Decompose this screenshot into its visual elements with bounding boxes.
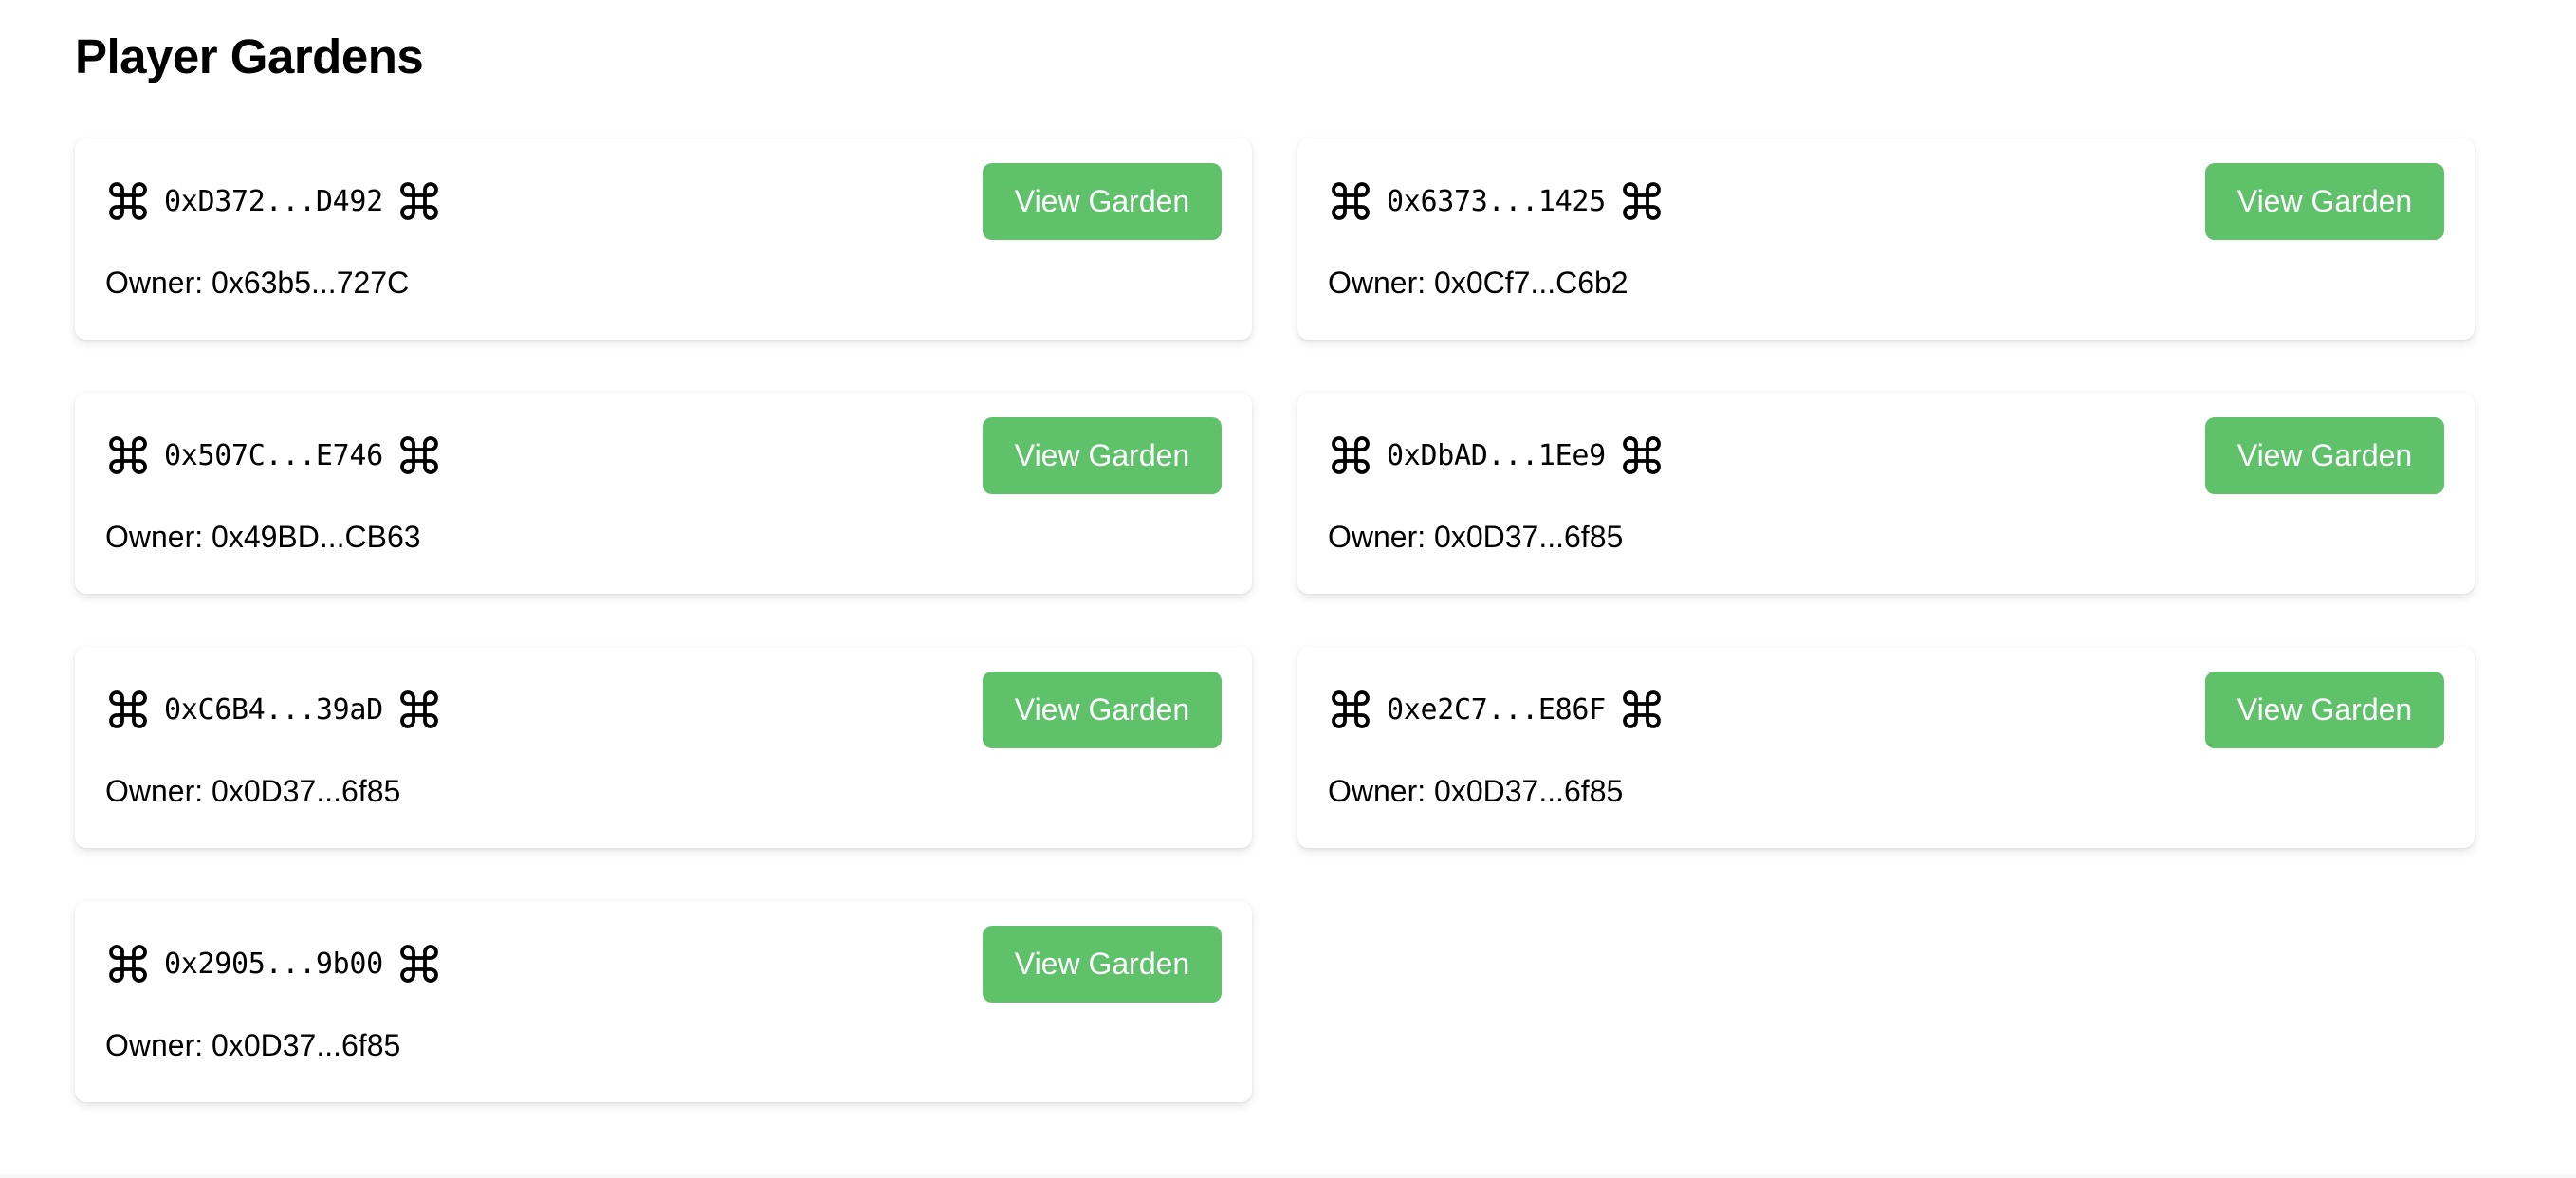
command-key-icon — [105, 178, 151, 224]
garden-card: 0xe2C7...E86F View Garden Owner: 0x0D37.… — [1297, 647, 2475, 848]
view-garden-button[interactable]: View Garden — [983, 672, 1222, 748]
view-garden-button[interactable]: View Garden — [983, 417, 1222, 494]
garden-address: 0xDbAD...1Ee9 — [1387, 438, 1606, 472]
command-key-icon — [105, 941, 151, 986]
command-key-icon — [396, 941, 442, 986]
garden-card-header: 0x6373...1425 — [1328, 178, 1665, 224]
command-key-icon — [1328, 433, 1373, 478]
garden-address: 0xC6B4...39aD — [164, 692, 383, 727]
view-garden-button[interactable]: View Garden — [983, 163, 1222, 240]
garden-address: 0xe2C7...E86F — [1387, 692, 1606, 727]
garden-card-header: 0xe2C7...E86F — [1328, 687, 1665, 732]
garden-owner: Owner: 0x0D37...6f85 — [105, 1028, 401, 1062]
garden-owner: Owner: 0x63b5...727C — [105, 266, 410, 300]
garden-card: 0x6373...1425 View Garden Owner: 0x0Cf7.… — [1297, 138, 2475, 340]
view-garden-button[interactable]: View Garden — [983, 926, 1222, 1003]
garden-card-header: 0xDbAD...1Ee9 — [1328, 433, 1665, 478]
command-key-icon — [1328, 178, 1373, 224]
garden-card: 0x2905...9b00 View Garden Owner: 0x0D37.… — [75, 901, 1252, 1102]
garden-address: 0x507C...E746 — [164, 438, 383, 472]
garden-card-header: 0xD372...D492 — [105, 178, 442, 224]
view-garden-button[interactable]: View Garden — [2205, 417, 2444, 494]
garden-address: 0x2905...9b00 — [164, 947, 383, 981]
garden-owner: Owner: 0x49BD...CB63 — [105, 520, 421, 554]
command-key-icon — [1619, 687, 1665, 732]
command-key-icon — [396, 433, 442, 478]
garden-card: 0xD372...D492 View Garden Owner: 0x63b5.… — [75, 138, 1252, 340]
garden-card: 0xDbAD...1Ee9 View Garden Owner: 0x0D37.… — [1297, 393, 2475, 594]
command-key-icon — [1619, 433, 1665, 478]
garden-address: 0xD372...D492 — [164, 184, 383, 218]
gardens-grid: 0xD372...D492 View Garden Owner: 0x63b5.… — [75, 138, 2475, 1102]
garden-address: 0x6373...1425 — [1387, 184, 1606, 218]
garden-owner: Owner: 0x0D37...6f85 — [105, 774, 401, 808]
garden-card: 0xC6B4...39aD View Garden Owner: 0x0D37.… — [75, 647, 1252, 848]
garden-owner: Owner: 0x0D37...6f85 — [1328, 774, 1624, 808]
command-key-icon — [396, 687, 442, 732]
garden-card-header: 0x2905...9b00 — [105, 941, 442, 986]
page-bottom-edge — [0, 1174, 2576, 1178]
view-garden-button[interactable]: View Garden — [2205, 672, 2444, 748]
garden-owner: Owner: 0x0Cf7...C6b2 — [1328, 266, 1628, 300]
page-title: Player Gardens — [75, 29, 424, 83]
garden-card-header: 0x507C...E746 — [105, 433, 442, 478]
garden-card: 0x507C...E746 View Garden Owner: 0x49BD.… — [75, 393, 1252, 594]
command-key-icon — [396, 178, 442, 224]
command-key-icon — [105, 433, 151, 478]
garden-owner: Owner: 0x0D37...6f85 — [1328, 520, 1624, 554]
command-key-icon — [1619, 178, 1665, 224]
command-key-icon — [105, 687, 151, 732]
command-key-icon — [1328, 687, 1373, 732]
garden-card-header: 0xC6B4...39aD — [105, 687, 442, 732]
view-garden-button[interactable]: View Garden — [2205, 163, 2444, 240]
